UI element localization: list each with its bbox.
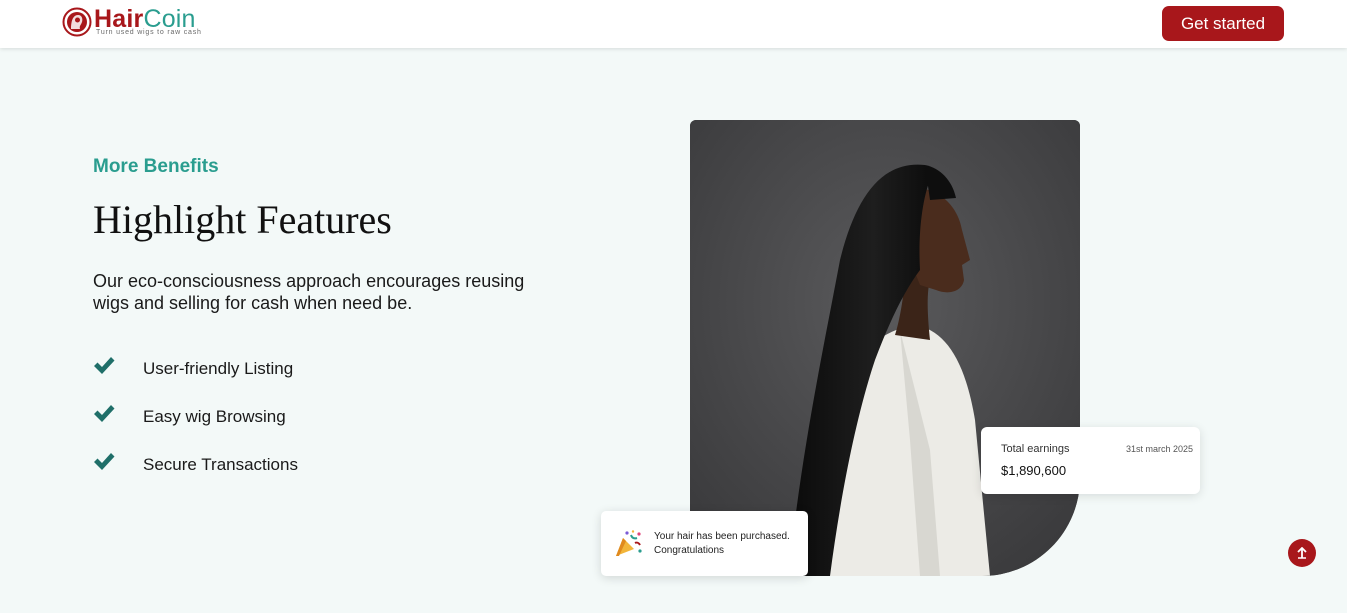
feature-list: User-friendly Listing Easy wig Browsing … bbox=[93, 345, 298, 489]
feature-label: Secure Transactions bbox=[143, 455, 298, 474]
section-eyebrow: More Benefits bbox=[93, 156, 219, 177]
get-started-button[interactable]: Get started bbox=[1162, 6, 1284, 41]
earnings-card: Total earnings 31st march 2025 $1,890,60… bbox=[981, 427, 1200, 494]
arrow-up-icon bbox=[1297, 547, 1307, 559]
section-title: Highlight Features bbox=[93, 197, 392, 242]
notification-text: Your hair has been purchased. Congratula… bbox=[654, 531, 790, 556]
feature-item: User-friendly Listing bbox=[93, 345, 298, 393]
earnings-date: 31st march 2025 bbox=[1125, 444, 1193, 454]
check-icon bbox=[94, 405, 115, 422]
check-icon bbox=[94, 357, 115, 374]
logo-tagline: Turn used wigs to raw cash bbox=[96, 29, 202, 36]
party-popper-icon bbox=[616, 530, 642, 556]
feature-item: Easy wig Browsing bbox=[93, 393, 298, 441]
logo-emblem-icon bbox=[62, 7, 92, 37]
feature-label: User-friendly Listing bbox=[143, 359, 294, 378]
navbar: HairCoin Turn used wigs to raw cash Get … bbox=[0, 0, 1347, 48]
scroll-to-top-button[interactable] bbox=[1288, 539, 1316, 567]
purchase-notification: Your hair has been purchased. Congratula… bbox=[601, 511, 808, 576]
earnings-value: $1,890,600 bbox=[1001, 463, 1067, 478]
check-icon bbox=[94, 453, 115, 470]
model-photo bbox=[690, 120, 1080, 576]
logo[interactable]: HairCoin Turn used wigs to raw cash bbox=[62, 5, 202, 42]
section-description: Our eco-consciousness approach encourage… bbox=[93, 271, 525, 313]
model-illustration bbox=[690, 120, 1080, 576]
earnings-label: Total earnings bbox=[1001, 443, 1070, 455]
feature-item: Secure Transactions bbox=[93, 441, 298, 489]
feature-label: Easy wig Browsing bbox=[143, 407, 286, 426]
